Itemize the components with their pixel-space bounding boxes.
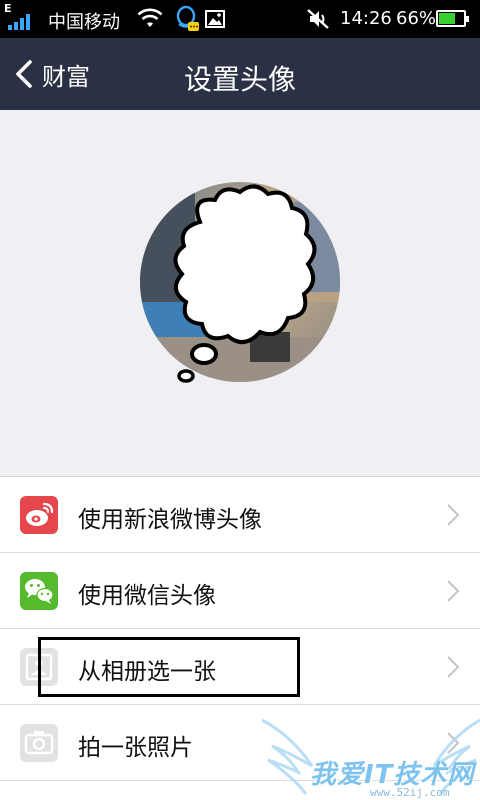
thought-bubble-icon (173, 184, 317, 383)
option-label: 拍一张照片 (78, 735, 193, 761)
camera-icon (20, 724, 58, 762)
qq-notification-icon (176, 5, 199, 31)
title-bar: 财富 设置头像 (0, 38, 480, 110)
battery-percent-label: 66% (396, 8, 437, 29)
image-notification-icon (205, 10, 225, 28)
signal-icon (8, 14, 30, 30)
page-title: 设置头像 (183, 63, 296, 96)
carrier-label: 中国移动 (48, 12, 120, 33)
time-label: 14:26 (340, 8, 392, 29)
option-label: 使用微信头像 (78, 583, 216, 609)
chevron-right-icon (447, 732, 460, 754)
battery-fill (439, 13, 455, 24)
weibo-icon (20, 496, 58, 534)
option-wechat-avatar[interactable]: 使用微信头像 (0, 553, 480, 629)
status-bar: E 中国移动 14:26 66% (0, 0, 480, 38)
avatar[interactable] (140, 182, 340, 383)
wifi-icon (137, 8, 163, 27)
highlight-box (38, 637, 300, 697)
chevron-right-icon (447, 504, 460, 526)
wechat-icon (20, 572, 58, 610)
mute-icon (307, 9, 329, 29)
option-take-photo[interactable]: 拍一张照片 (0, 705, 480, 781)
avatar-area (0, 110, 480, 476)
option-album-select[interactable]: 从相册选一张 (0, 629, 480, 705)
avatar-options-list: 使用新浪微博头像 使用微信头像 从相册选一张 拍一张照片 (0, 476, 480, 800)
battery-icon (436, 10, 469, 27)
chevron-right-icon (447, 656, 460, 678)
chevron-right-icon (447, 580, 460, 602)
option-weibo-avatar[interactable]: 使用新浪微博头像 (0, 477, 480, 553)
option-label: 使用新浪微博头像 (78, 507, 262, 533)
